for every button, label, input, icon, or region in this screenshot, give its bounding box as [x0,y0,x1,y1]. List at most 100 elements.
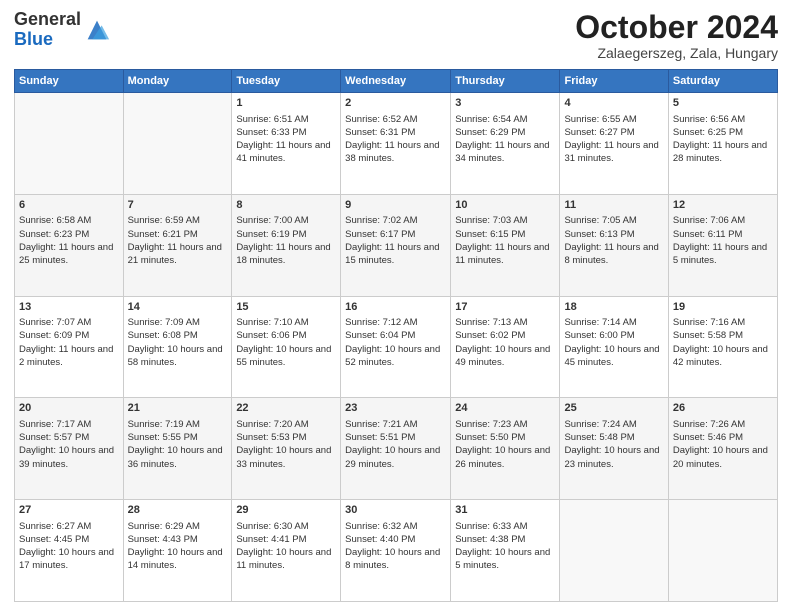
daylight: Daylight: 10 hours and 17 minutes. [19,547,114,571]
logo-text: General Blue [14,10,81,50]
sunset: Sunset: 6:19 PM [236,229,306,240]
sunrise: Sunrise: 6:29 AM [128,521,200,532]
daylight: Daylight: 11 hours and 18 minutes. [236,242,330,266]
daylight: Daylight: 10 hours and 11 minutes. [236,547,331,571]
day-number: 13 [19,300,119,315]
day-number: 23 [345,401,446,416]
calendar-cell: 17Sunrise: 7:13 AMSunset: 6:02 PMDayligh… [451,296,560,398]
sunset: Sunset: 6:27 PM [564,127,634,138]
sunrise: Sunrise: 6:59 AM [128,215,200,226]
sunset: Sunset: 5:51 PM [345,432,415,443]
sunset: Sunset: 5:46 PM [673,432,743,443]
calendar-cell: 10Sunrise: 7:03 AMSunset: 6:15 PMDayligh… [451,194,560,296]
calendar-cell: 29Sunrise: 6:30 AMSunset: 4:41 PMDayligh… [232,500,341,602]
day-number: 11 [564,198,663,213]
day-number: 10 [455,198,555,213]
daylight: Daylight: 11 hours and 38 minutes. [345,140,439,164]
daylight: Daylight: 10 hours and 29 minutes. [345,445,440,469]
sunset: Sunset: 6:33 PM [236,127,306,138]
sunrise: Sunrise: 7:21 AM [345,419,417,430]
daylight: Daylight: 10 hours and 49 minutes. [455,344,550,368]
calendar-cell: 25Sunrise: 7:24 AMSunset: 5:48 PMDayligh… [560,398,668,500]
calendar-cell [560,500,668,602]
calendar-cell: 9Sunrise: 7:02 AMSunset: 6:17 PMDaylight… [341,194,451,296]
calendar-cell: 26Sunrise: 7:26 AMSunset: 5:46 PMDayligh… [668,398,777,500]
daylight: Daylight: 10 hours and 5 minutes. [455,547,550,571]
sunset: Sunset: 4:45 PM [19,534,89,545]
daylight: Daylight: 10 hours and 23 minutes. [564,445,659,469]
daylight: Daylight: 10 hours and 33 minutes. [236,445,331,469]
day-number: 3 [455,96,555,111]
day-number: 30 [345,503,446,518]
sunrise: Sunrise: 7:00 AM [236,215,308,226]
sunset: Sunset: 6:00 PM [564,330,634,341]
header: General Blue October 2024 Zalaegerszeg, … [14,10,778,61]
day-header-monday: Monday [123,70,232,93]
day-number: 4 [564,96,663,111]
sunset: Sunset: 5:48 PM [564,432,634,443]
calendar-cell: 16Sunrise: 7:12 AMSunset: 6:04 PMDayligh… [341,296,451,398]
calendar-cell: 19Sunrise: 7:16 AMSunset: 5:58 PMDayligh… [668,296,777,398]
calendar-cell: 24Sunrise: 7:23 AMSunset: 5:50 PMDayligh… [451,398,560,500]
day-number: 14 [128,300,228,315]
sunset: Sunset: 6:15 PM [455,229,525,240]
calendar-cell: 11Sunrise: 7:05 AMSunset: 6:13 PMDayligh… [560,194,668,296]
daylight: Daylight: 11 hours and 11 minutes. [455,242,549,266]
calendar-cell: 8 Sunrise: 7:00 AM Sunset: 6:19 PM Daylight… [232,194,341,296]
calendar-cell: 2 Sunrise: 6:52 AM Sunset: 6:31 PM Daylight… [341,93,451,195]
sunset: Sunset: 6:11 PM [673,229,743,240]
calendar-table: SundayMondayTuesdayWednesdayThursdayFrid… [14,69,778,602]
daylight: Daylight: 10 hours and 55 minutes. [236,344,331,368]
sunrise: Sunrise: 7:05 AM [564,215,636,226]
daylight: Daylight: 11 hours and 34 minutes. [455,140,549,164]
sunset: Sunset: 6:09 PM [19,330,89,341]
logo-icon [83,16,111,44]
sunrise: Sunrise: 7:20 AM [236,419,308,430]
calendar-cell: 13Sunrise: 7:07 AMSunset: 6:09 PMDayligh… [15,296,124,398]
calendar-cell: 12Sunrise: 7:06 AMSunset: 6:11 PMDayligh… [668,194,777,296]
sunrise: Sunrise: 6:58 AM [19,215,91,226]
daylight: Daylight: 11 hours and 25 minutes. [19,242,113,266]
daylight: Daylight: 10 hours and 42 minutes. [673,344,768,368]
day-number: 8 [236,198,336,213]
day-number: 21 [128,401,228,416]
sunset: Sunset: 6:02 PM [455,330,525,341]
sunrise: Sunrise: 7:24 AM [564,419,636,430]
calendar-cell [123,93,232,195]
sunset: Sunset: 6:21 PM [128,229,198,240]
calendar-cell [668,500,777,602]
day-number: 9 [345,198,446,213]
day-number: 20 [19,401,119,416]
sunset: Sunset: 5:58 PM [673,330,743,341]
daylight: Daylight: 11 hours and 28 minutes. [673,140,767,164]
daylight: Daylight: 11 hours and 41 minutes. [236,140,330,164]
sunset: Sunset: 6:17 PM [345,229,415,240]
sunrise: Sunrise: 7:02 AM [345,215,417,226]
sunrise: Sunrise: 7:16 AM [673,317,745,328]
logo-general: General [14,10,81,30]
day-number: 2 [345,96,446,111]
sunset: Sunset: 5:55 PM [128,432,198,443]
logo: General Blue [14,10,111,50]
sunset: Sunset: 6:23 PM [19,229,89,240]
day-header-wednesday: Wednesday [341,70,451,93]
daylight: Daylight: 11 hours and 21 minutes. [128,242,222,266]
day-number: 29 [236,503,336,518]
sunset: Sunset: 6:04 PM [345,330,415,341]
sunrise: Sunrise: 6:32 AM [345,521,417,532]
sunrise: Sunrise: 6:52 AM [345,114,417,125]
calendar-cell: 27Sunrise: 6:27 AMSunset: 4:45 PMDayligh… [15,500,124,602]
month-title: October 2024 [575,10,778,45]
day-number: 28 [128,503,228,518]
sunset: Sunset: 6:08 PM [128,330,198,341]
sunset: Sunset: 6:31 PM [345,127,415,138]
sunrise: Sunrise: 6:27 AM [19,521,91,532]
day-number: 16 [345,300,446,315]
daylight: Daylight: 11 hours and 5 minutes. [673,242,767,266]
calendar-cell: 22Sunrise: 7:20 AMSunset: 5:53 PMDayligh… [232,398,341,500]
daylight: Daylight: 11 hours and 31 minutes. [564,140,658,164]
sunrise: Sunrise: 7:14 AM [564,317,636,328]
day-number: 5 [673,96,773,111]
page: General Blue October 2024 Zalaegerszeg, … [0,0,792,612]
daylight: Daylight: 10 hours and 14 minutes. [128,547,223,571]
